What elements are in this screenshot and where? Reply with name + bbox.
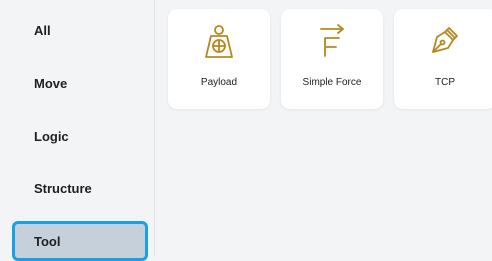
tool-palette: Payload Simple Force TCP xyxy=(155,0,492,256)
pen-nib-icon xyxy=(429,24,461,60)
sidebar-item-tool[interactable]: Tool xyxy=(12,221,148,261)
tcp-card[interactable]: TCP xyxy=(394,9,492,109)
sidebar-item-logic[interactable]: Logic xyxy=(0,121,154,151)
card-label: TCP xyxy=(435,77,455,88)
payload-card[interactable]: Payload xyxy=(168,9,270,109)
sidebar: All Move Logic Structure Tool xyxy=(0,0,155,261)
sidebar-item-label: Structure xyxy=(34,180,92,196)
sidebar-item-label: Logic xyxy=(34,128,69,144)
sidebar-item-structure[interactable]: Structure xyxy=(0,173,154,203)
simple-force-card[interactable]: Simple Force xyxy=(281,9,383,109)
payload-weight-icon xyxy=(203,24,235,60)
sidebar-item-label: All xyxy=(34,22,51,38)
force-vector-icon xyxy=(316,24,348,60)
sidebar-item-move[interactable]: Move xyxy=(0,68,154,98)
sidebar-item-label: Move xyxy=(34,75,68,91)
sidebar-item-label: Tool xyxy=(34,233,61,249)
sidebar-item-all[interactable]: All xyxy=(0,15,154,45)
card-label: Payload xyxy=(200,77,238,88)
card-label: Simple Force xyxy=(302,77,362,88)
